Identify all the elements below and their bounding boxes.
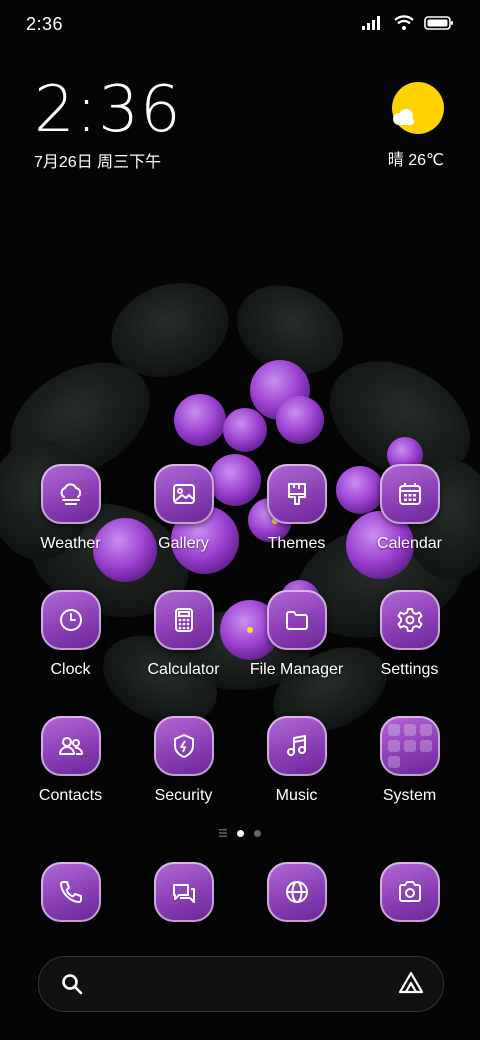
app-tile[interactable] — [379, 464, 440, 524]
app-gallery[interactable]: Gallery — [127, 464, 240, 553]
clock-widget-date: 7月26日 周三下午 — [34, 154, 162, 171]
app-tile[interactable] — [379, 590, 440, 650]
folder-grid-icon — [387, 724, 432, 768]
signal-icon — [362, 15, 380, 30]
camera-icon — [398, 881, 421, 902]
app-file-manager[interactable]: File Manager — [240, 590, 353, 679]
messages-icon — [172, 884, 195, 903]
search-bar[interactable] — [38, 956, 444, 1012]
app-label: Calculator — [147, 661, 220, 678]
page-indicator — [0, 829, 480, 837]
app-tile[interactable] — [266, 464, 327, 524]
app-label: Themes — [267, 535, 326, 552]
contacts-icon — [58, 737, 83, 755]
app-tile[interactable] — [153, 716, 214, 776]
shield-icon — [173, 734, 194, 758]
app-label: Settings — [380, 661, 439, 678]
clock-widget-time: 2:36 — [34, 73, 182, 147]
page-dot-active[interactable] — [237, 829, 244, 837]
app-tile[interactable] — [40, 716, 101, 776]
app-tile[interactable] — [379, 716, 440, 776]
wifi-icon — [394, 15, 414, 30]
app-calendar[interactable]: Calendar — [353, 464, 466, 553]
status-time: 2:36 — [26, 14, 64, 34]
music-note-icon — [286, 735, 306, 756]
weather-widget-text: 晴 26℃ — [387, 152, 444, 169]
menu-lines-icon — [219, 829, 227, 837]
assistant-icon[interactable] — [397, 970, 425, 996]
app-tile[interactable] — [153, 590, 214, 650]
app-label: Gallery — [158, 535, 209, 552]
weather-widget[interactable]: 晴 26℃ — [388, 82, 444, 170]
app-tile[interactable] — [40, 862, 101, 922]
status-icons — [362, 15, 454, 30]
dock-phone[interactable] — [14, 862, 127, 922]
status-bar: 2:36 — [0, 0, 480, 50]
app-music[interactable]: Music — [240, 716, 353, 805]
app-contacts[interactable]: Contacts — [14, 716, 127, 805]
gear-icon — [397, 608, 422, 632]
dock-browser[interactable] — [240, 862, 353, 922]
app-security[interactable]: Security — [127, 716, 240, 805]
app-label: Calendar — [377, 535, 442, 552]
app-tile[interactable] — [266, 590, 327, 650]
app-clock[interactable]: Clock — [14, 590, 127, 679]
app-tile[interactable] — [266, 862, 327, 922]
globe-icon — [285, 881, 308, 903]
phone-icon — [59, 881, 82, 903]
clock-widget[interactable]: 2:36 7月26日 周三下午 — [34, 78, 182, 172]
search-icon[interactable] — [61, 973, 83, 995]
clock-icon — [59, 609, 82, 631]
app-calculator[interactable]: Calculator — [127, 590, 240, 679]
app-tile[interactable] — [153, 464, 214, 524]
calendar-icon — [398, 483, 421, 505]
app-label: File Manager — [249, 661, 344, 678]
app-label: Contacts — [38, 787, 103, 804]
app-themes[interactable]: Themes — [240, 464, 353, 553]
app-label: Security — [154, 787, 213, 804]
app-label: Weather — [40, 535, 101, 552]
sun-cloud-icon — [392, 82, 444, 134]
app-tile[interactable] — [40, 464, 101, 524]
battery-icon — [424, 15, 453, 30]
app-settings[interactable]: Settings — [353, 590, 466, 679]
folder-icon — [285, 611, 308, 630]
app-tile[interactable] — [379, 862, 440, 922]
dock-messages[interactable] — [127, 862, 240, 922]
app-label: Music — [275, 787, 318, 804]
cloud-icon — [60, 483, 81, 505]
app-system-folder[interactable]: System — [353, 716, 466, 805]
app-tile[interactable] — [266, 716, 327, 776]
app-weather[interactable]: Weather — [14, 464, 127, 553]
brush-icon — [287, 483, 306, 505]
app-label: System — [382, 787, 437, 804]
page-dot[interactable] — [254, 829, 261, 837]
image-icon — [172, 484, 195, 504]
app-tile[interactable] — [40, 590, 101, 650]
app-tile[interactable] — [153, 862, 214, 922]
dock-camera[interactable] — [353, 862, 466, 922]
calculator-icon — [174, 608, 193, 632]
app-label: Clock — [50, 661, 91, 678]
